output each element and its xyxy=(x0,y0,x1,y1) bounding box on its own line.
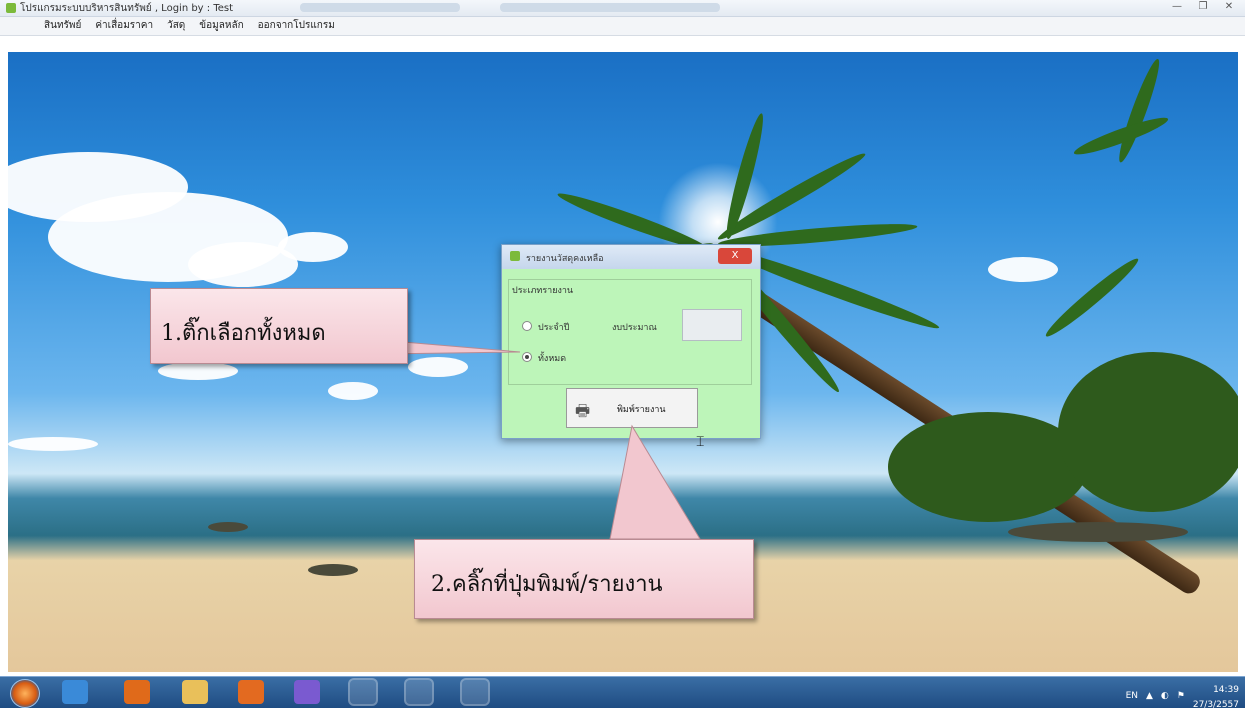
print-report-button[interactable]: 🖶 พิมพ์รายงาน xyxy=(566,388,698,428)
title-bar-blur xyxy=(300,3,460,12)
taskbar: EN ▲ ◐ ⚑ 14:39 27/3/2557 xyxy=(0,676,1245,710)
dialog-title: รายงานวัสดุคงเหลือ xyxy=(526,254,604,264)
app-icon xyxy=(6,3,16,13)
report-type-label: ประเภทรายงาน xyxy=(512,286,574,296)
dialog-title-bar: รายงานวัสดุคงเหลือ X xyxy=(502,245,760,269)
menu-item-assets[interactable]: สินทรัพย์ xyxy=(44,17,81,35)
file-explorer-icon[interactable] xyxy=(182,680,208,704)
menu-item-materials[interactable]: วัสดุ xyxy=(167,17,185,35)
firefox-icon[interactable] xyxy=(238,680,264,704)
year-input[interactable] xyxy=(682,309,742,341)
callout-step-1: 1.ติ๊กเลือกทั้งหมด xyxy=(150,288,408,364)
tree-foliage xyxy=(1058,352,1238,512)
window-title-bar: โปรแกรมระบบบริหารสินทรัพย์ , Login by : … xyxy=(0,0,1245,17)
flag-icon[interactable]: ⚑ xyxy=(1177,691,1185,701)
rock xyxy=(308,564,358,576)
window-controls: — ❐ ✕ xyxy=(1167,0,1239,14)
dialog-close-button[interactable]: X xyxy=(718,248,752,264)
radio-all[interactable] xyxy=(522,352,532,362)
year-field-label: งบประมาณ xyxy=(612,323,657,333)
clock-date: 27/3/2557 xyxy=(1192,700,1239,710)
volume-icon[interactable]: ◐ xyxy=(1161,691,1169,701)
radio-yearly-label: ประจำปี xyxy=(538,323,570,333)
word-icon[interactable] xyxy=(406,680,432,704)
rock xyxy=(208,522,248,532)
callout-step-2-text: 2.คลิ๊กที่ปุ่มพิมพ์/รายงาน xyxy=(431,572,663,597)
cloud xyxy=(278,232,348,262)
dialog-app-icon xyxy=(510,251,520,261)
cloud xyxy=(328,382,378,400)
minimize-icon[interactable]: — xyxy=(1167,0,1187,14)
media-player-icon[interactable] xyxy=(124,680,150,704)
cloud xyxy=(988,257,1058,282)
maximize-icon[interactable]: ❐ xyxy=(1193,0,1213,14)
palm-frond xyxy=(1113,56,1165,165)
skype-icon[interactable] xyxy=(350,680,376,704)
cloud xyxy=(408,357,468,377)
cloud xyxy=(158,362,238,380)
menu-item-exit[interactable]: ออกจากโปรแกรม xyxy=(258,17,335,35)
mouse-cursor-icon: ⌶ xyxy=(696,434,705,450)
radio-yearly[interactable] xyxy=(522,321,532,331)
menu-item-master-data[interactable]: ข้อมูลหลัก xyxy=(199,17,243,35)
close-window-icon[interactable]: ✕ xyxy=(1219,0,1239,14)
radio-all-label: ทั้งหมด xyxy=(538,354,567,364)
language-indicator[interactable]: EN xyxy=(1126,691,1138,701)
print-report-label: พิมพ์รายงาน xyxy=(617,405,666,415)
menu-bar: สินทรัพย์ ค่าเสื่อมราคา วัสดุ ข้อมูลหลัก… xyxy=(0,17,1245,36)
title-bar-blur xyxy=(500,3,720,12)
messenger-icon[interactable] xyxy=(294,680,320,704)
app-n-icon[interactable] xyxy=(462,680,488,704)
network-icon[interactable]: ▲ xyxy=(1146,691,1153,701)
callout-step-2: 2.คลิ๊กที่ปุ่มพิมพ์/รายงาน xyxy=(414,539,754,619)
report-dialog: รายงานวัสดุคงเหลือ X ประเภทรายงาน ประจำป… xyxy=(501,244,761,439)
start-button[interactable] xyxy=(10,679,40,708)
clock-time: 14:39 xyxy=(1213,685,1239,695)
window-title: โปรแกรมระบบบริหารสินทรัพย์ , Login by : … xyxy=(20,3,234,14)
internet-explorer-icon[interactable] xyxy=(62,680,88,704)
cloud xyxy=(8,437,98,451)
menu-item-depreciation[interactable]: ค่าเสื่อมราคา xyxy=(95,17,153,35)
rock xyxy=(1008,522,1188,542)
printer-icon: 🖶 xyxy=(575,401,591,420)
callout-step-1-text: 1.ติ๊กเลือกทั้งหมด xyxy=(161,321,326,346)
